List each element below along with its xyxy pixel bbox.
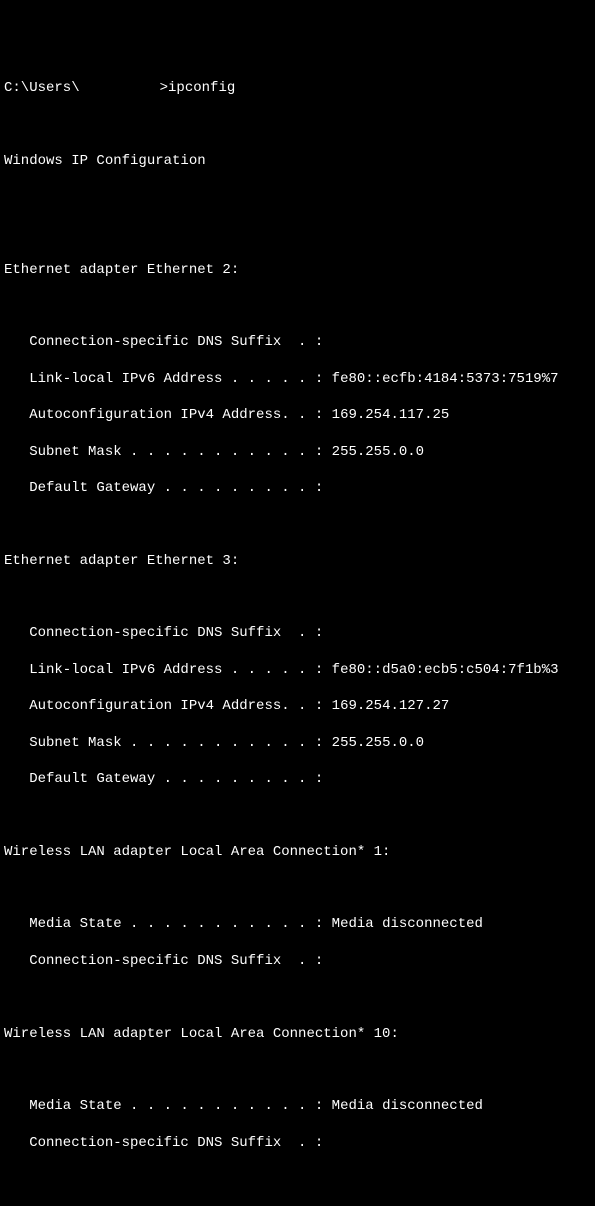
adapter-line: Subnet Mask . . . . . . . . . . . : 255.… xyxy=(4,734,591,752)
adapter-line: Connection-specific DNS Suffix . : xyxy=(4,624,591,642)
line-value: Media disconnected xyxy=(332,1098,483,1114)
line-value: fe80::ecfb:4184:5373:7519%7 xyxy=(332,371,559,387)
line-value: 169.254.117.25 xyxy=(332,407,450,423)
adapter-line: Connection-specific DNS Suffix . : xyxy=(4,952,591,970)
prompt-user-redacted xyxy=(80,79,160,97)
adapter-line: Connection-specific DNS Suffix . : xyxy=(4,1134,591,1152)
adapter-line: Connection-specific DNS Suffix . : xyxy=(4,333,591,351)
line-label: Connection-specific DNS Suffix . : xyxy=(4,625,323,641)
line-label: Connection-specific DNS Suffix . : xyxy=(4,953,323,969)
line-value: fe80::d5a0:ecb5:c504:7f1b%3 xyxy=(332,662,559,678)
line-value: 255.255.0.0 xyxy=(332,444,424,460)
adapter-title: Wireless LAN adapter Local Area Connecti… xyxy=(4,1025,591,1043)
adapter-title: Ethernet adapter Ethernet 2: xyxy=(4,261,591,279)
blank-line xyxy=(4,115,591,133)
prompt-suffix: > xyxy=(160,80,168,96)
adapter-title: Wireless LAN adapter Local Area Connecti… xyxy=(4,843,591,861)
line-label: Subnet Mask . . . . . . . . . . . : xyxy=(4,444,323,460)
blank-line xyxy=(4,988,591,1006)
line-label: Connection-specific DNS Suffix . : xyxy=(4,334,323,350)
line-label: Autoconfiguration IPv4 Address. . : xyxy=(4,407,323,423)
adapter-line: Media State . . . . . . . . . . . : Medi… xyxy=(4,1097,591,1115)
line-value: Media disconnected xyxy=(332,916,483,932)
header-line: Windows IP Configuration xyxy=(4,152,591,170)
adapter-line: Link-local IPv6 Address . . . . . : fe80… xyxy=(4,661,591,679)
line-value: 169.254.127.27 xyxy=(332,698,450,714)
adapter-line: Default Gateway . . . . . . . . . : xyxy=(4,770,591,788)
blank-line xyxy=(4,188,591,206)
adapter-line: Default Gateway . . . . . . . . . : xyxy=(4,479,591,497)
blank-line xyxy=(4,806,591,824)
line-label: Media State . . . . . . . . . . . : xyxy=(4,1098,323,1114)
line-label: Link-local IPv6 Address . . . . . : xyxy=(4,371,323,387)
adapter-line: Autoconfiguration IPv4 Address. . : 169.… xyxy=(4,697,591,715)
line-label: Autoconfiguration IPv4 Address. . : xyxy=(4,698,323,714)
adapter-line: Link-local IPv6 Address . . . . . : fe80… xyxy=(4,370,591,388)
prompt-prefix: C:\Users\ xyxy=(4,80,80,96)
line-label: Subnet Mask . . . . . . . . . . . : xyxy=(4,735,323,751)
blank-line xyxy=(4,224,591,242)
adapter-line: Autoconfiguration IPv4 Address. . : 169.… xyxy=(4,406,591,424)
line-label: Link-local IPv6 Address . . . . . : xyxy=(4,662,323,678)
blank-line xyxy=(4,297,591,315)
blank-line xyxy=(4,879,591,897)
adapter-line: Subnet Mask . . . . . . . . . . . : 255.… xyxy=(4,443,591,461)
prompt-command: ipconfig xyxy=(168,80,235,96)
blank-line xyxy=(4,588,591,606)
line-value: 255.255.0.0 xyxy=(332,735,424,751)
adapter-title: Ethernet adapter Ethernet 3: xyxy=(4,552,591,570)
line-label: Connection-specific DNS Suffix . : xyxy=(4,1135,323,1151)
prompt-line: C:\Users\ >ipconfig xyxy=(4,79,591,97)
blank-line xyxy=(4,1061,591,1079)
line-label: Default Gateway . . . . . . . . . : xyxy=(4,771,323,787)
terminal-output: C:\Users\ >ipconfig Windows IP Configura… xyxy=(4,79,591,1170)
line-label: Default Gateway . . . . . . . . . : xyxy=(4,480,323,496)
line-label: Media State . . . . . . . . . . . : xyxy=(4,916,323,932)
adapter-line: Media State . . . . . . . . . . . : Medi… xyxy=(4,915,591,933)
blank-line xyxy=(4,515,591,533)
